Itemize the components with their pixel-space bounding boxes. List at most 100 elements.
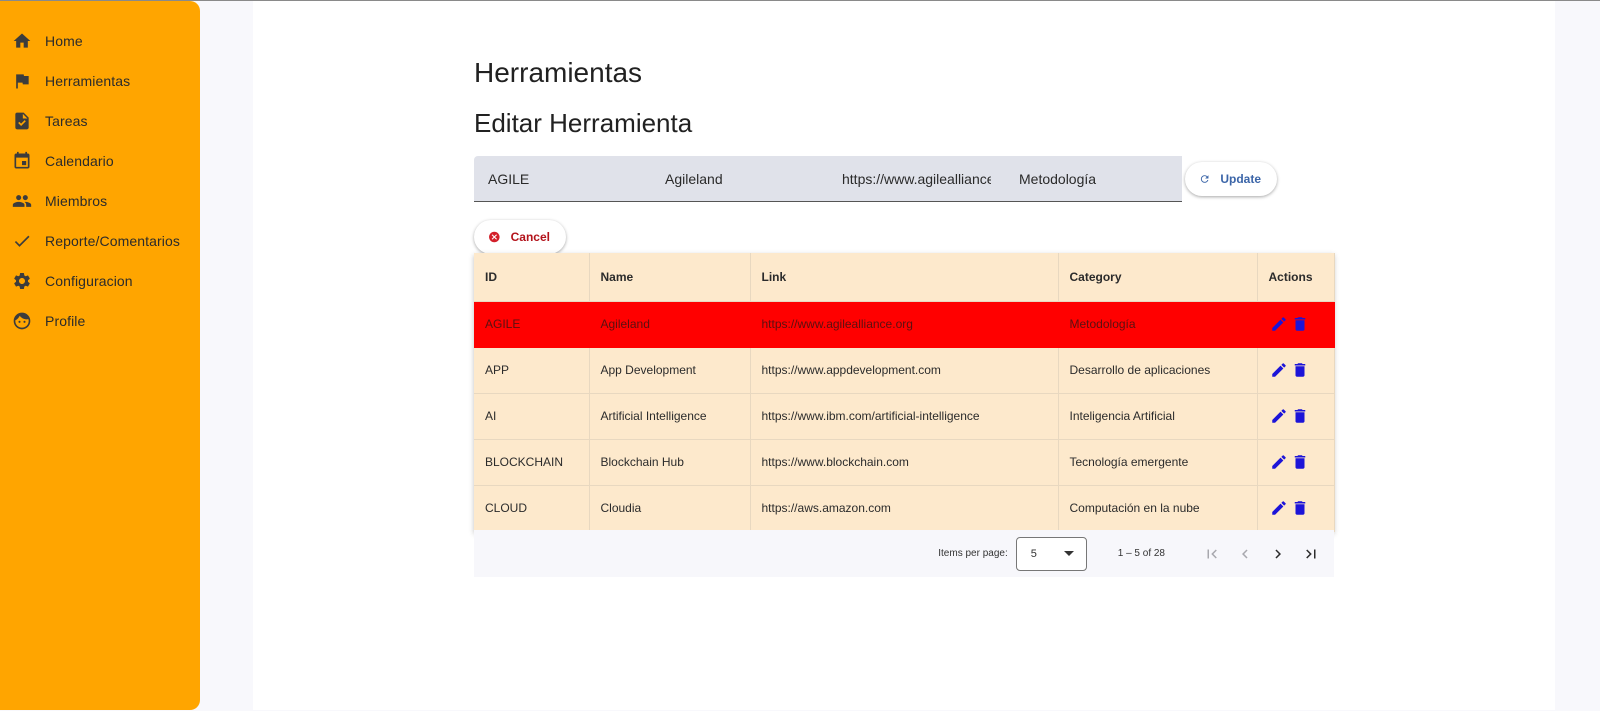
id-input[interactable] (488, 170, 637, 187)
sidebar-item-miembros[interactable]: Miembros (0, 181, 200, 221)
id-field[interactable] (474, 156, 651, 202)
column-header-id[interactable]: ID (474, 253, 590, 302)
sidebar-item-tareas[interactable]: Tareas (0, 101, 200, 141)
people-icon (12, 191, 32, 211)
sidebar-item-label: Miembros (45, 193, 108, 209)
refresh-icon (1200, 175, 1209, 183)
flag-icon (12, 71, 32, 91)
cell-name: Artificial Intelligence (589, 393, 751, 440)
delete-icon[interactable] (1291, 499, 1309, 517)
name-input[interactable] (665, 170, 814, 187)
cell-name: App Development (589, 347, 751, 394)
check-icon (12, 231, 32, 251)
cell-category: Inteligencia Artificial (1058, 393, 1258, 440)
sidebar-item-label: Configuracion (45, 273, 133, 289)
cell-category: Metodología (1058, 301, 1258, 348)
edit-form: Update (474, 156, 1277, 202)
table-row[interactable]: AI Artificial Intelligence https://www.i… (474, 393, 1335, 440)
face-icon (12, 311, 32, 331)
cell-category: Desarrollo de aplicaciones (1058, 347, 1258, 394)
table-header-row: ID Name Link Category Actions (474, 253, 1335, 302)
sidebar-item-label: Calendario (45, 153, 114, 169)
link-field[interactable] (828, 156, 1005, 202)
cell-id: APP (474, 347, 590, 394)
cancel-icon (489, 231, 500, 243)
delete-icon[interactable] (1291, 361, 1309, 379)
cell-name: Cloudia (589, 485, 751, 532)
cell-actions (1257, 439, 1335, 486)
sidebar-item-calendario[interactable]: Calendario (0, 141, 200, 181)
main-panel: Herramientas Editar Herramienta Update C… (253, 1, 1555, 710)
sidebar: Home Herramientas Tareas Calendario Miem… (0, 1, 200, 710)
page-range-label: 1 – 5 of 28 (1117, 548, 1165, 559)
update-button[interactable]: Update (1185, 162, 1277, 196)
category-field[interactable] (1005, 156, 1182, 202)
previous-page-button[interactable] (1228, 537, 1261, 570)
column-header-actions: Actions (1257, 253, 1335, 302)
category-input[interactable] (1019, 170, 1168, 187)
sidebar-item-home[interactable]: Home (0, 21, 200, 61)
update-button-label: Update (1220, 172, 1261, 186)
last-page-icon (1305, 549, 1315, 558)
first-page-button[interactable] (1195, 537, 1228, 570)
tools-table: ID Name Link Category Actions AGILE Agil… (474, 253, 1335, 532)
sidebar-item-reporte-comentarios[interactable]: Reporte/Comentarios (0, 221, 200, 261)
table-row[interactable]: CLOUD Cloudia https://aws.amazon.com Com… (474, 485, 1335, 532)
next-page-button[interactable] (1261, 537, 1294, 570)
cancel-button-label: Cancel (510, 230, 550, 244)
edit-icon[interactable] (1270, 499, 1288, 517)
cell-actions (1257, 347, 1335, 394)
sidebar-item-label: Tareas (45, 113, 88, 129)
page-size-value: 5 (1030, 547, 1037, 560)
table-row[interactable]: BLOCKCHAIN Blockchain Hub https://www.bl… (474, 439, 1335, 486)
cell-actions (1257, 485, 1335, 532)
delete-icon[interactable] (1291, 453, 1309, 471)
cell-actions (1257, 393, 1335, 440)
column-header-category[interactable]: Category (1058, 253, 1258, 302)
edit-icon[interactable] (1270, 361, 1288, 379)
link-input[interactable] (842, 170, 991, 187)
task-icon (12, 111, 32, 131)
cell-link: https://aws.amazon.com (750, 485, 1059, 532)
cell-category: Tecnología emergente (1058, 439, 1258, 486)
sidebar-item-profile[interactable]: Profile (0, 301, 200, 341)
cell-id: AGILE (474, 301, 590, 348)
calendar-icon (12, 151, 32, 171)
sidebar-item-label: Home (45, 33, 83, 49)
edit-icon[interactable] (1270, 407, 1288, 425)
page-size-select[interactable]: 5 (1015, 536, 1087, 571)
edit-icon[interactable] (1270, 315, 1288, 333)
column-header-link[interactable]: Link (750, 253, 1059, 302)
cell-name: Blockchain Hub (589, 439, 751, 486)
sidebar-item-configuracion[interactable]: Configuracion (0, 261, 200, 301)
sidebar-item-label: Herramientas (45, 73, 131, 89)
cell-id: CLOUD (474, 485, 590, 532)
cell-name: Agileland (589, 301, 751, 348)
cell-id: AI (474, 393, 590, 440)
cell-link: https://www.agilealliance.org (750, 301, 1059, 348)
column-header-name[interactable]: Name (589, 253, 751, 302)
cell-link: https://www.blockchain.com (750, 439, 1059, 486)
sidebar-item-herramientas[interactable]: Herramientas (0, 61, 200, 101)
paginator: Items per page: 5 1 – 5 of 28 (474, 530, 1334, 577)
sidebar-item-label: Profile (45, 313, 86, 329)
chevron-right-icon (1274, 549, 1281, 558)
first-page-icon (1207, 549, 1217, 558)
delete-icon[interactable] (1291, 315, 1309, 333)
cell-actions (1257, 301, 1335, 348)
caret-down-icon (1063, 551, 1074, 556)
edit-icon[interactable] (1270, 453, 1288, 471)
name-field[interactable] (651, 156, 828, 202)
cancel-button[interactable]: Cancel (474, 220, 566, 254)
cell-link: https://www.ibm.com/artificial-intellige… (750, 393, 1059, 440)
cell-category: Computación en la nube (1058, 485, 1258, 532)
page-title: Herramientas (474, 57, 643, 88)
delete-icon[interactable] (1291, 407, 1309, 425)
gear-icon (12, 271, 32, 291)
home-icon (12, 31, 32, 51)
last-page-button[interactable] (1294, 537, 1327, 570)
table-row[interactable]: APP App Development https://www.appdevel… (474, 347, 1335, 394)
cell-link: https://www.appdevelopment.com (750, 347, 1059, 394)
page-subtitle: Editar Herramienta (474, 108, 693, 138)
table-row[interactable]: AGILE Agileland https://www.agileallianc… (474, 301, 1335, 348)
